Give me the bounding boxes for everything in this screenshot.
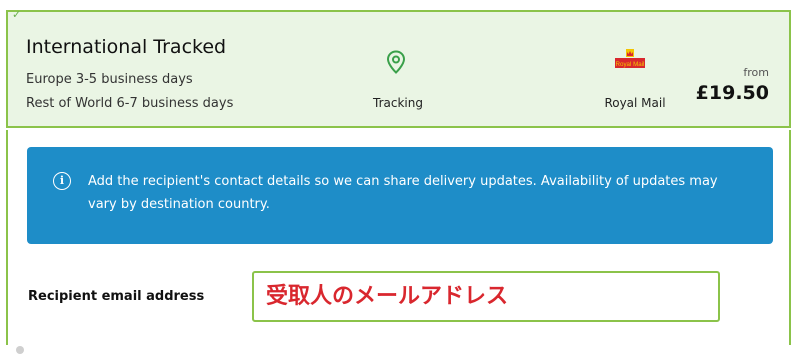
price-prefix: from bbox=[743, 66, 769, 79]
delivery-time-rest-of-world: Rest of World 6-7 business days bbox=[26, 96, 234, 111]
royal-mail-logo-text: Royal Mail bbox=[616, 61, 645, 68]
tracking-label: Tracking bbox=[373, 96, 423, 110]
checkmark-icon: ✓ bbox=[12, 8, 22, 21]
info-banner-text: Add the recipient's contact details so w… bbox=[88, 174, 718, 212]
recipient-details-panel: i Add the recipient's contact details so… bbox=[6, 130, 791, 345]
recipient-email-input[interactable] bbox=[252, 271, 720, 322]
royal-mail-logo: Royal Mail bbox=[615, 49, 645, 68]
recipient-email-label: Recipient email address bbox=[28, 289, 205, 304]
service-title: International Tracked bbox=[26, 36, 227, 58]
shipping-option-card[interactable]: ✓ International Tracked Europe 3-5 busin… bbox=[6, 8, 791, 128]
info-banner: i Add the recipient's contact details so… bbox=[27, 147, 773, 244]
scroll-indicator bbox=[16, 346, 24, 354]
price: £19.50 bbox=[695, 82, 769, 104]
carrier-label: Royal Mail bbox=[604, 96, 666, 110]
delivery-time-europe: Europe 3-5 business days bbox=[26, 72, 193, 87]
info-icon: i bbox=[53, 172, 71, 190]
location-pin-icon bbox=[386, 50, 406, 74]
